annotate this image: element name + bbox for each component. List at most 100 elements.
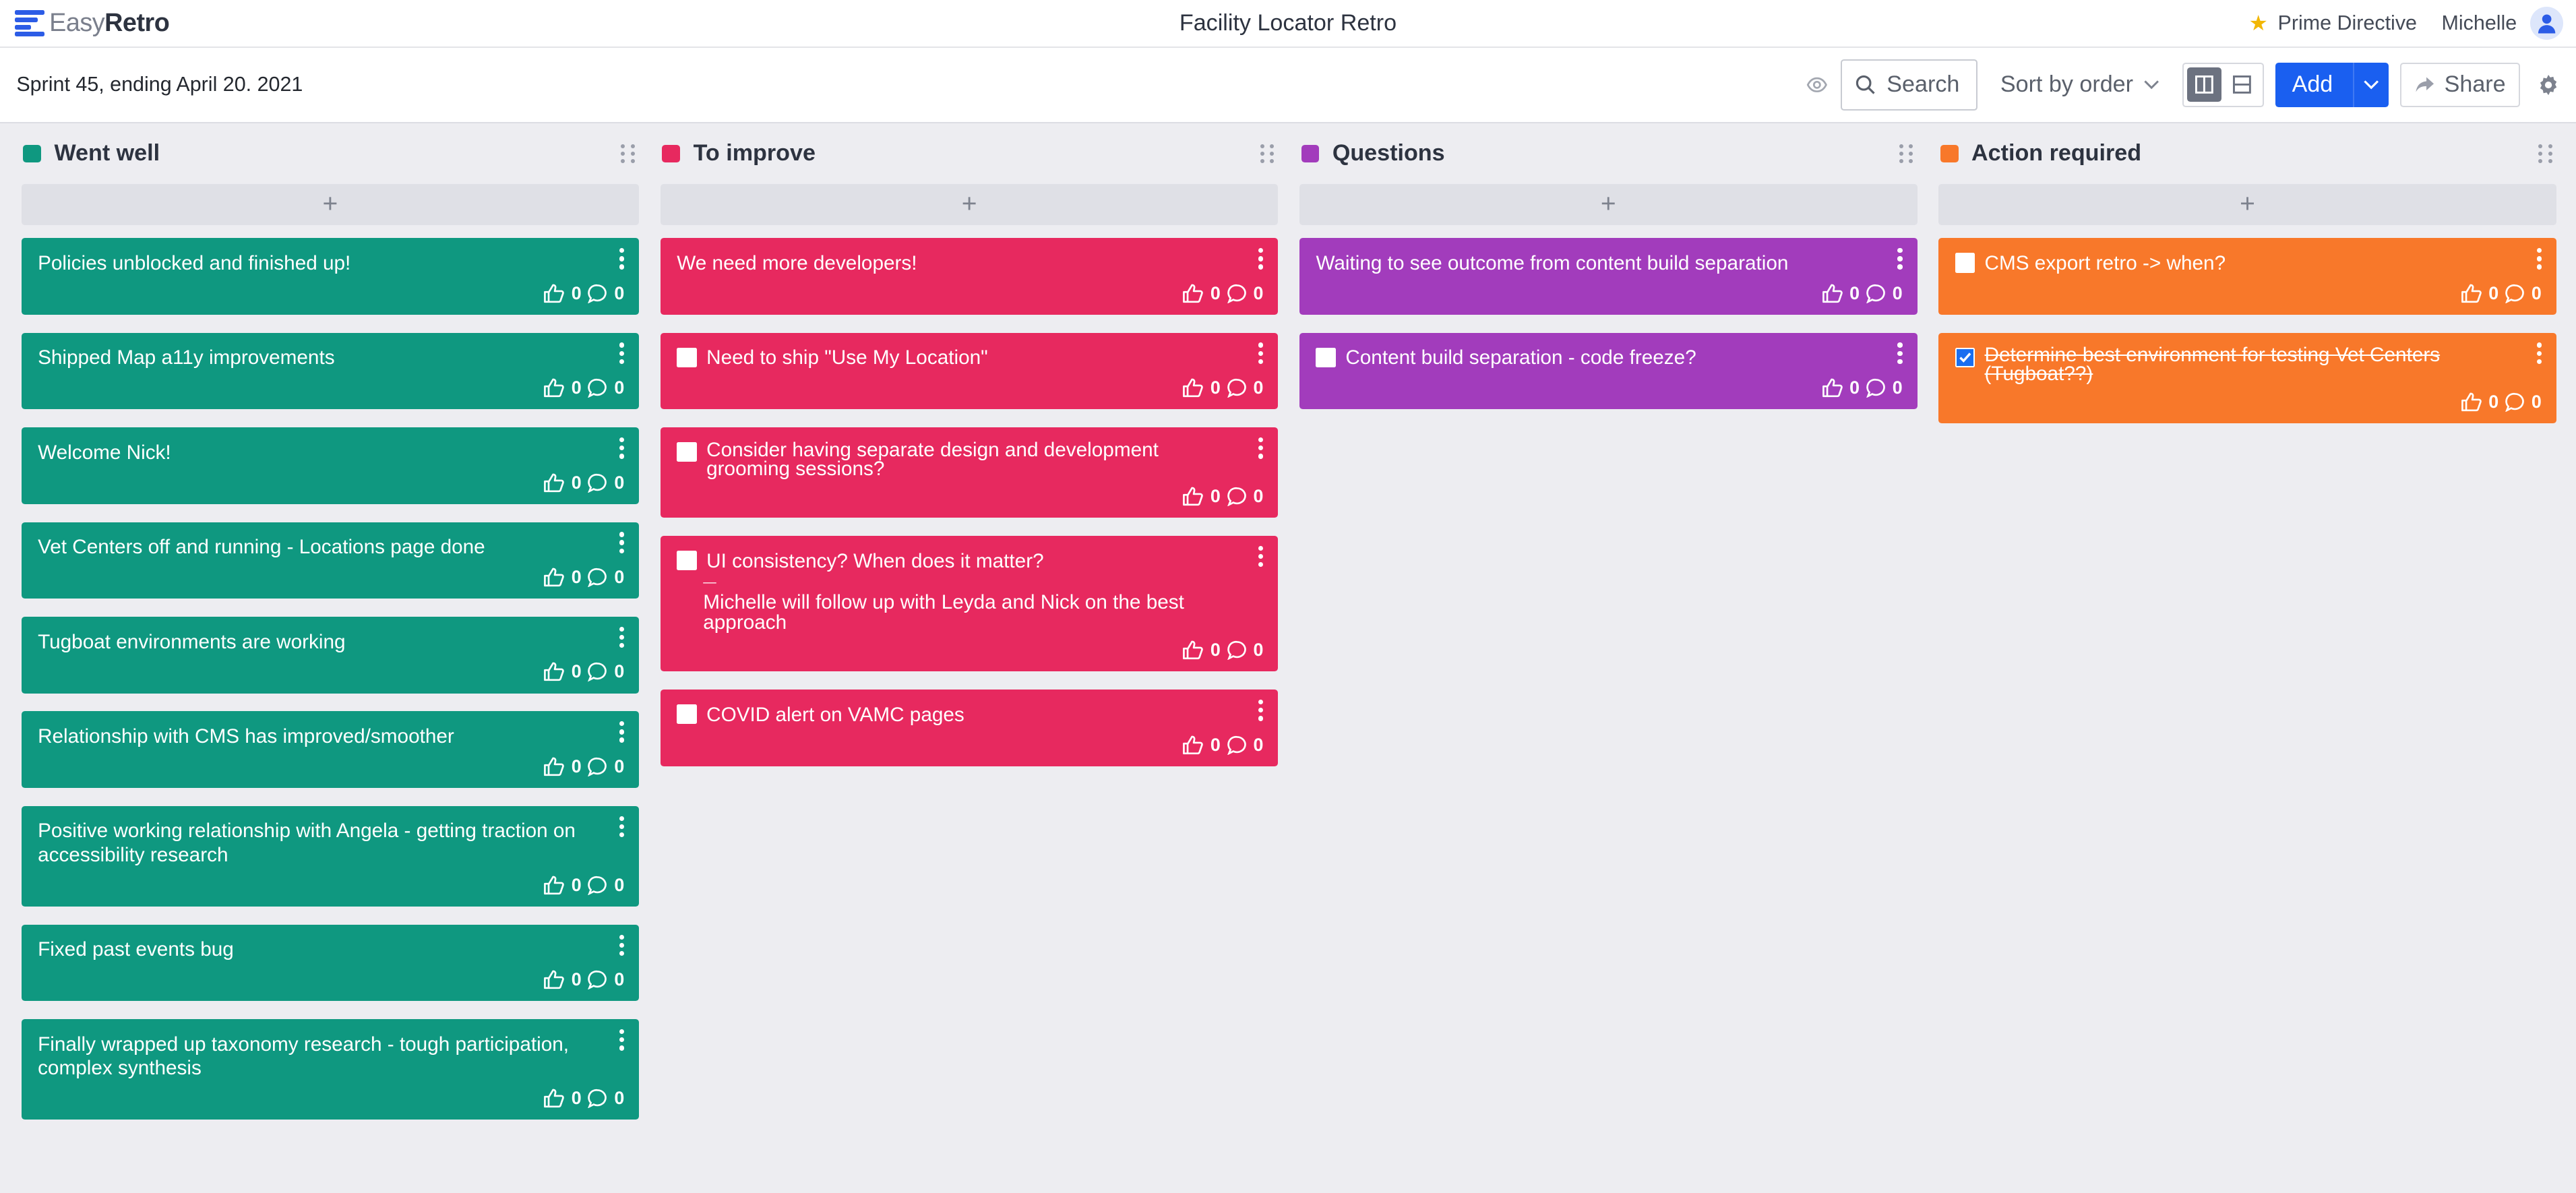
card[interactable]: Relationship with CMS has improved/smoot… xyxy=(21,711,640,789)
card[interactable]: Consider having separate design and deve… xyxy=(660,427,1279,518)
chevron-down-icon[interactable] xyxy=(2352,62,2389,107)
card-menu-icon[interactable] xyxy=(1258,437,1264,459)
card-menu-icon[interactable] xyxy=(1258,248,1264,270)
card[interactable]: Positive working relationship with Angel… xyxy=(21,805,640,907)
thumbs-up-icon[interactable] xyxy=(2461,392,2482,412)
comment-icon[interactable] xyxy=(1227,378,1247,398)
add-card-button[interactable]: + xyxy=(1938,184,2556,225)
thumbs-up-icon[interactable] xyxy=(543,378,565,398)
card-checkbox[interactable] xyxy=(677,347,697,368)
thumbs-up-icon[interactable] xyxy=(2461,284,2482,303)
add-card-button[interactable]: + xyxy=(21,184,640,225)
drag-handle-icon[interactable] xyxy=(621,144,636,163)
comment-icon[interactable] xyxy=(588,568,607,588)
drag-handle-icon[interactable] xyxy=(1260,144,1275,163)
rows-layout-icon[interactable] xyxy=(2225,67,2259,102)
comment-icon[interactable] xyxy=(1866,378,1886,398)
card-menu-icon[interactable] xyxy=(619,816,625,838)
prime-directive-link[interactable]: ★ Prime Directive xyxy=(2249,11,2417,36)
comment-icon[interactable] xyxy=(588,473,607,493)
card-menu-icon[interactable] xyxy=(619,1029,625,1051)
user-avatar-icon[interactable] xyxy=(2529,6,2563,40)
card-menu-icon[interactable] xyxy=(2536,248,2542,270)
add-button[interactable]: Add xyxy=(2275,62,2389,107)
search-button[interactable]: Search xyxy=(1841,59,1977,111)
comment-icon[interactable] xyxy=(1227,735,1247,755)
thumbs-up-icon[interactable] xyxy=(1182,640,1204,660)
comment-icon[interactable] xyxy=(588,378,607,398)
card[interactable]: Shipped Map a11y improvements 0 0 xyxy=(21,332,640,410)
card-checkbox[interactable] xyxy=(677,551,697,571)
sprint-description[interactable]: Sprint 45, ending April 20. 2021 xyxy=(16,73,303,96)
drag-handle-icon[interactable] xyxy=(1899,144,1914,163)
comment-icon[interactable] xyxy=(588,662,607,682)
card-menu-icon[interactable] xyxy=(619,934,625,956)
thumbs-up-icon[interactable] xyxy=(1822,378,1843,398)
card-checkbox[interactable] xyxy=(1316,347,1336,368)
thumbs-up-icon[interactable] xyxy=(543,662,565,681)
card[interactable]: Welcome Nick! 0 0 xyxy=(21,427,640,504)
thumbs-up-icon[interactable] xyxy=(543,284,565,303)
card-checkbox[interactable] xyxy=(677,442,697,462)
card-menu-icon[interactable] xyxy=(619,721,625,743)
card[interactable]: Fixed past events bug 0 0 xyxy=(21,924,640,1002)
card[interactable]: Content build separation - code freeze? … xyxy=(1299,332,1918,410)
card[interactable]: Vet Centers off and running - Locations … xyxy=(21,522,640,599)
add-card-button[interactable]: + xyxy=(660,184,1279,225)
easyretro-logo[interactable]: EasyRetro xyxy=(14,9,170,38)
card-menu-icon[interactable] xyxy=(619,248,625,270)
columns-layout-icon[interactable] xyxy=(2187,67,2222,102)
thumbs-up-icon[interactable] xyxy=(543,568,565,587)
thumbs-up-icon[interactable] xyxy=(543,473,565,493)
comment-icon[interactable] xyxy=(588,1089,607,1109)
card-checkbox[interactable] xyxy=(677,704,697,725)
card-menu-icon[interactable] xyxy=(1258,545,1264,568)
card[interactable]: Finally wrapped up taxonomy research - t… xyxy=(21,1019,640,1120)
gear-icon[interactable] xyxy=(2537,73,2560,96)
thumbs-up-icon[interactable] xyxy=(1182,378,1204,398)
thumbs-up-icon[interactable] xyxy=(543,1089,565,1108)
comment-icon[interactable] xyxy=(1227,284,1247,303)
user-name[interactable]: Michelle xyxy=(2442,11,2517,35)
card[interactable]: Need to ship "Use My Location" 0 0 xyxy=(660,332,1279,410)
card-menu-icon[interactable] xyxy=(1897,248,1903,270)
card[interactable]: Policies unblocked and finished up! 0 0 xyxy=(21,238,640,315)
thumbs-up-icon[interactable] xyxy=(1182,487,1204,506)
card[interactable]: Determine best environment for testing V… xyxy=(1938,332,2556,423)
share-button[interactable]: Share xyxy=(2400,62,2521,107)
add-card-button[interactable]: + xyxy=(1299,184,1918,225)
eye-icon[interactable] xyxy=(1806,74,1828,96)
card[interactable]: COVID alert on VAMC pages 0 0 xyxy=(660,690,1279,766)
thumbs-up-icon[interactable] xyxy=(1822,284,1843,303)
card-menu-icon[interactable] xyxy=(619,342,625,365)
comment-icon[interactable] xyxy=(588,284,607,303)
card-menu-icon[interactable] xyxy=(2536,342,2542,365)
comment-icon[interactable] xyxy=(1866,284,1886,303)
drag-handle-icon[interactable] xyxy=(2538,144,2553,163)
comment-icon[interactable] xyxy=(588,757,607,776)
card[interactable]: UI consistency? When does it matter? — M… xyxy=(660,536,1279,672)
thumbs-up-icon[interactable] xyxy=(543,970,565,989)
sort-dropdown[interactable]: Sort by order xyxy=(2000,71,2159,98)
thumbs-up-icon[interactable] xyxy=(543,757,565,776)
card-menu-icon[interactable] xyxy=(1897,342,1903,365)
comment-icon[interactable] xyxy=(588,876,607,895)
card[interactable]: We need more developers! 0 0 xyxy=(660,238,1279,315)
card-checkbox[interactable] xyxy=(1955,253,1975,273)
card-menu-icon[interactable] xyxy=(1258,342,1264,365)
card-menu-icon[interactable] xyxy=(1258,699,1264,721)
comment-icon[interactable] xyxy=(588,970,607,990)
card-checkbox-checked[interactable] xyxy=(1955,347,1975,368)
card[interactable]: CMS export retro -> when? 0 0 xyxy=(1938,238,2556,315)
card[interactable]: Tugboat environments are working 0 0 xyxy=(21,617,640,694)
card-menu-icon[interactable] xyxy=(619,437,625,459)
thumbs-up-icon[interactable] xyxy=(1182,284,1204,303)
thumbs-up-icon[interactable] xyxy=(1182,735,1204,755)
card-menu-icon[interactable] xyxy=(619,626,625,648)
card[interactable]: Waiting to see outcome from content buil… xyxy=(1299,238,1918,315)
comment-icon[interactable] xyxy=(2505,392,2525,412)
comment-icon[interactable] xyxy=(1227,487,1247,507)
comment-icon[interactable] xyxy=(1227,640,1247,661)
thumbs-up-icon[interactable] xyxy=(543,876,565,895)
comment-icon[interactable] xyxy=(2505,284,2525,303)
